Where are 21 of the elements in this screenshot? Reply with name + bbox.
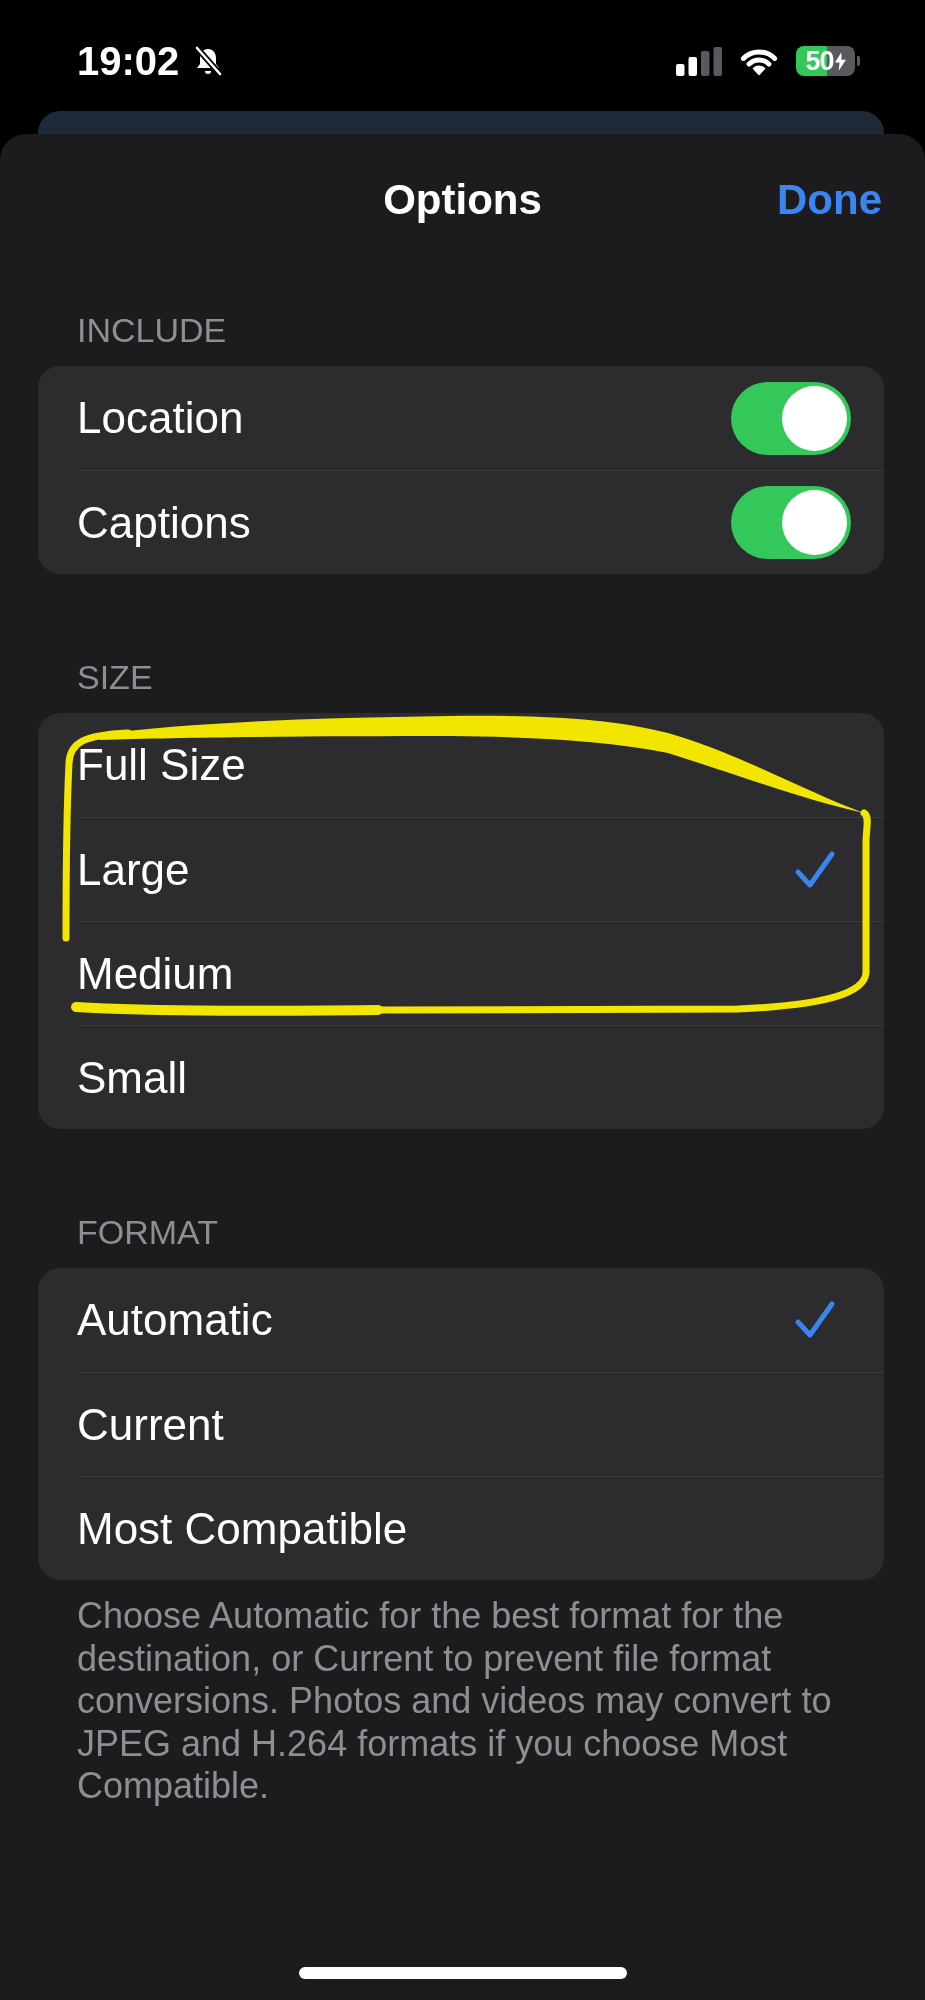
option-row[interactable]: Full Size: [77, 713, 884, 817]
wifi-icon: [739, 46, 779, 76]
option-row[interactable]: Most Compatible: [77, 1476, 884, 1580]
bolt-icon: [834, 51, 846, 71]
setting-label: Captions: [77, 497, 251, 548]
option-row[interactable]: Current: [77, 1372, 884, 1476]
option-row[interactable]: Small: [77, 1025, 884, 1129]
setting-label: Location: [77, 393, 244, 443]
section-header: SIZE: [77, 657, 153, 697]
signal-icon: [676, 46, 722, 76]
bell-slash-icon: [192, 45, 225, 77]
section-header: FORMAT: [77, 1212, 218, 1252]
option-row[interactable]: Medium: [77, 921, 884, 1025]
battery-percentage: 50: [805, 47, 834, 75]
option-row[interactable]: Large: [77, 817, 884, 921]
option-row[interactable]: Automatic: [77, 1268, 884, 1372]
sheet-title: Options: [383, 176, 542, 224]
clock-time: 19:02: [77, 41, 180, 81]
section-header: INCLUDE: [77, 310, 227, 350]
footer-note: Choose Automatic for the best format for the destination, or Current to prevent file format conversions. Photos and videos may convert to JPEG and H.264 formats if you choose Most Compatible.: [77, 1595, 833, 1808]
done-button[interactable]: Done: [777, 174, 882, 226]
